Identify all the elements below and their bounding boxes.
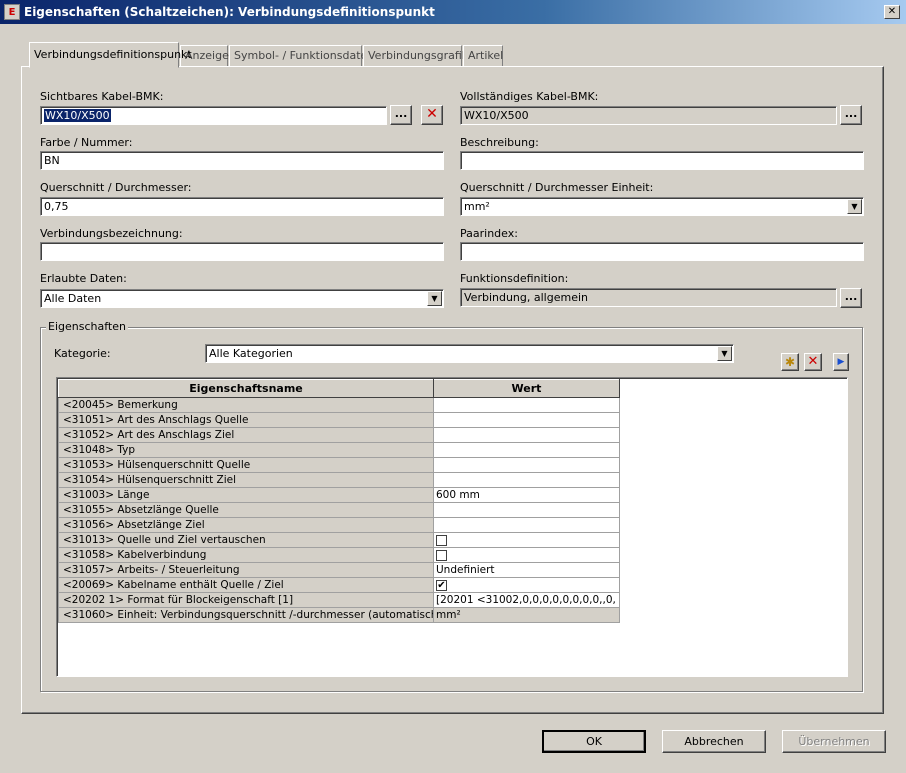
ok-button[interactable]: OK — [542, 730, 646, 753]
app-icon: E — [4, 4, 20, 20]
apply-button[interactable]: Übernehmen — [782, 730, 886, 753]
title-bar: E Eigenschaften (Schaltzeichen): Verbind… — [0, 0, 906, 24]
tab-artikel[interactable]: Artikel — [463, 45, 503, 67]
tab-verbindungsdefinitionspunkt[interactable]: Verbindungsdefinitionspunkt — [29, 42, 192, 68]
tab-panel — [21, 66, 884, 714]
cancel-button[interactable]: Abbrechen — [662, 730, 766, 753]
tab-symbol-funktionsdaten[interactable]: Symbol- / Funktionsdaten — [229, 45, 374, 67]
window-title: Eigenschaften (Schaltzeichen): Verbindun… — [24, 5, 435, 19]
close-button[interactable]: ✕ — [884, 5, 900, 19]
tab-verbindungsgrafik[interactable]: Verbindungsgrafik — [363, 45, 468, 67]
